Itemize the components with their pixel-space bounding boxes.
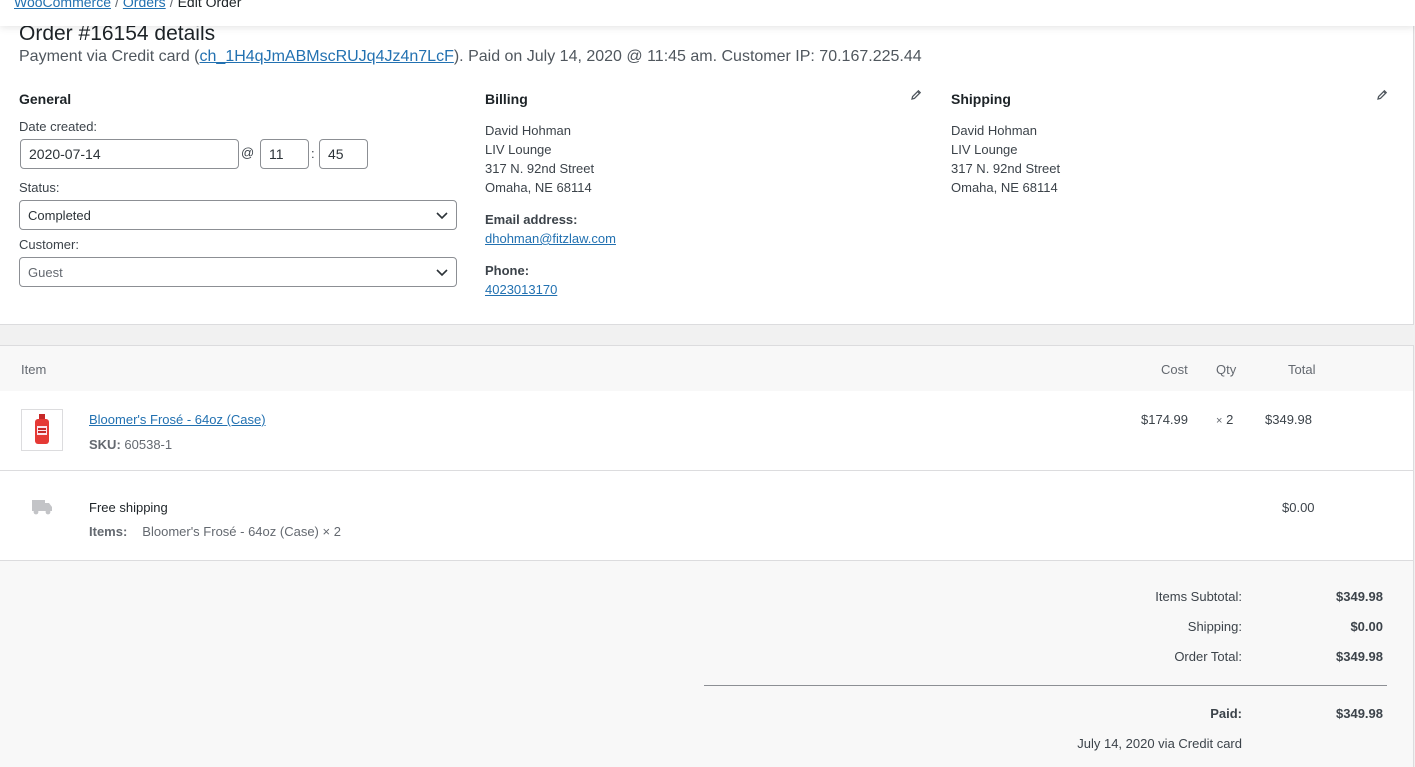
shipping-line-total: $0.00: [1282, 500, 1315, 515]
at-separator: @: [241, 145, 255, 160]
truck-icon: [32, 500, 52, 515]
breadcrumb-orders[interactable]: Orders: [123, 0, 166, 10]
payment-suffix: ). Paid on July 14, 2020 @ 11:45 am. Cus…: [453, 48, 922, 65]
status-select[interactable]: Completed: [19, 200, 457, 230]
phone-link[interactable]: 4023013170: [485, 282, 557, 297]
chevron-down-icon: [436, 212, 448, 220]
hour-input[interactable]: [260, 139, 309, 169]
shipping-heading: Shipping: [951, 91, 1011, 107]
table-row: Bloomer's Frosé - 64oz (Case) SKU: 60538…: [0, 391, 1413, 471]
column-qty: Qty: [1216, 362, 1237, 377]
order-total-value: $349.98: [1336, 649, 1383, 664]
paid-note: July 14, 2020 via Credit card: [1077, 736, 1242, 751]
date-created-label: Date created:: [19, 119, 98, 134]
shipping-city: Omaha, NE 68114: [951, 180, 1058, 195]
breadcrumb-current: Edit Order: [177, 0, 242, 10]
column-item: Item: [21, 362, 47, 377]
sku-value: 60538-1: [124, 437, 173, 452]
subtotal-label: Items Subtotal:: [1155, 589, 1242, 604]
customer-value: Guest: [28, 265, 63, 280]
general-heading: General: [19, 91, 72, 107]
sku-line: SKU: 60538-1: [89, 437, 172, 452]
billing-city: Omaha, NE 68114: [485, 180, 592, 195]
date-created-input[interactable]: [20, 139, 239, 169]
shipping-items-line: Items: Bloomer's Frosé - 64oz (Case) × 2: [89, 524, 341, 539]
paid-value: $349.98: [1336, 706, 1383, 721]
billing-address: David Hohman LIV Lounge 317 N. 92nd Stre…: [485, 121, 594, 197]
product-thumbnail[interactable]: [21, 409, 63, 451]
product-image: [35, 414, 49, 444]
order-data-panel: Order #16154 details Payment via Credit …: [0, 22, 1414, 325]
time-separator: :: [311, 146, 315, 161]
product-name-link[interactable]: Bloomer's Frosé - 64oz (Case): [89, 412, 266, 427]
breadcrumb-separator: /: [115, 0, 119, 10]
billing-heading: Billing: [485, 91, 528, 107]
item-total: $349.98: [1265, 412, 1312, 427]
pencil-icon[interactable]: [1375, 88, 1389, 102]
charge-link[interactable]: ch_1H4qJmABMscRUJq4Jz4n7LcF: [200, 48, 454, 65]
payment-info: Payment via Credit card (ch_1H4qJmABMscR…: [19, 48, 922, 66]
shipping-line-row: Free shipping Items: Bloomer's Frosé - 64…: [0, 479, 1413, 561]
customer-label: Customer:: [19, 237, 79, 252]
status-label: Status:: [19, 180, 60, 195]
qty-times: ×: [1216, 415, 1223, 427]
item-cost: $174.99: [1141, 412, 1188, 427]
shipping-items-value: Bloomer's Frosé - 64oz (Case) × 2: [142, 524, 341, 539]
breadcrumb-woocommerce[interactable]: WooCommerce: [14, 0, 111, 10]
breadcrumb: WooCommerce / Orders / Edit Order: [14, 0, 241, 10]
item-qty: × 2: [1216, 412, 1233, 427]
shipping-company: LIV Lounge: [951, 142, 1018, 157]
sku-label: SKU:: [89, 437, 121, 452]
email-link[interactable]: dhohman@fitzlaw.com: [485, 231, 616, 246]
shipping-total-value: $0.00: [1350, 619, 1383, 634]
billing-name: David Hohman: [485, 123, 571, 138]
shipping-street: 317 N. 92nd Street: [951, 161, 1061, 176]
column-cost: Cost: [1161, 362, 1188, 377]
qty-value: 2: [1226, 412, 1234, 427]
subtotal-value: $349.98: [1336, 589, 1383, 604]
pencil-icon[interactable]: [909, 88, 923, 102]
shipping-total-label: Shipping:: [1187, 619, 1242, 634]
shipping-address: David Hohman LIV Lounge 317 N. 92nd Stre…: [951, 121, 1060, 197]
shipping-name: David Hohman: [951, 123, 1037, 138]
customer-select[interactable]: Guest: [19, 257, 457, 287]
column-total: Total: [1288, 362, 1316, 377]
totals-divider: [704, 685, 1387, 686]
status-value: Completed: [28, 208, 91, 223]
order-items-panel: Item Cost Qty Total Bloomer's Frosé - 64…: [0, 345, 1414, 767]
minute-input[interactable]: [319, 139, 368, 169]
shipping-items-label: Items:: [89, 524, 128, 539]
billing-company: LIV Lounge: [485, 142, 552, 157]
order-totals: Items Subtotal: $349.98 Shipping: $0.00 …: [0, 561, 1413, 767]
billing-street: 317 N. 92nd Street: [485, 161, 595, 176]
paid-label: Paid:: [1210, 706, 1242, 721]
top-bar: WooCommerce / Orders / Edit Order: [0, 0, 1415, 26]
phone-label: Phone:: [485, 263, 530, 278]
email-label: Email address:: [485, 212, 578, 227]
order-total-label: Order Total:: [1174, 649, 1242, 664]
chevron-down-icon: [436, 269, 448, 277]
payment-prefix: Payment via Credit card (: [19, 48, 200, 65]
breadcrumb-separator: /: [169, 0, 174, 10]
shipping-method: Free shipping: [89, 500, 168, 515]
items-table-header: Item Cost Qty Total: [0, 346, 1413, 391]
